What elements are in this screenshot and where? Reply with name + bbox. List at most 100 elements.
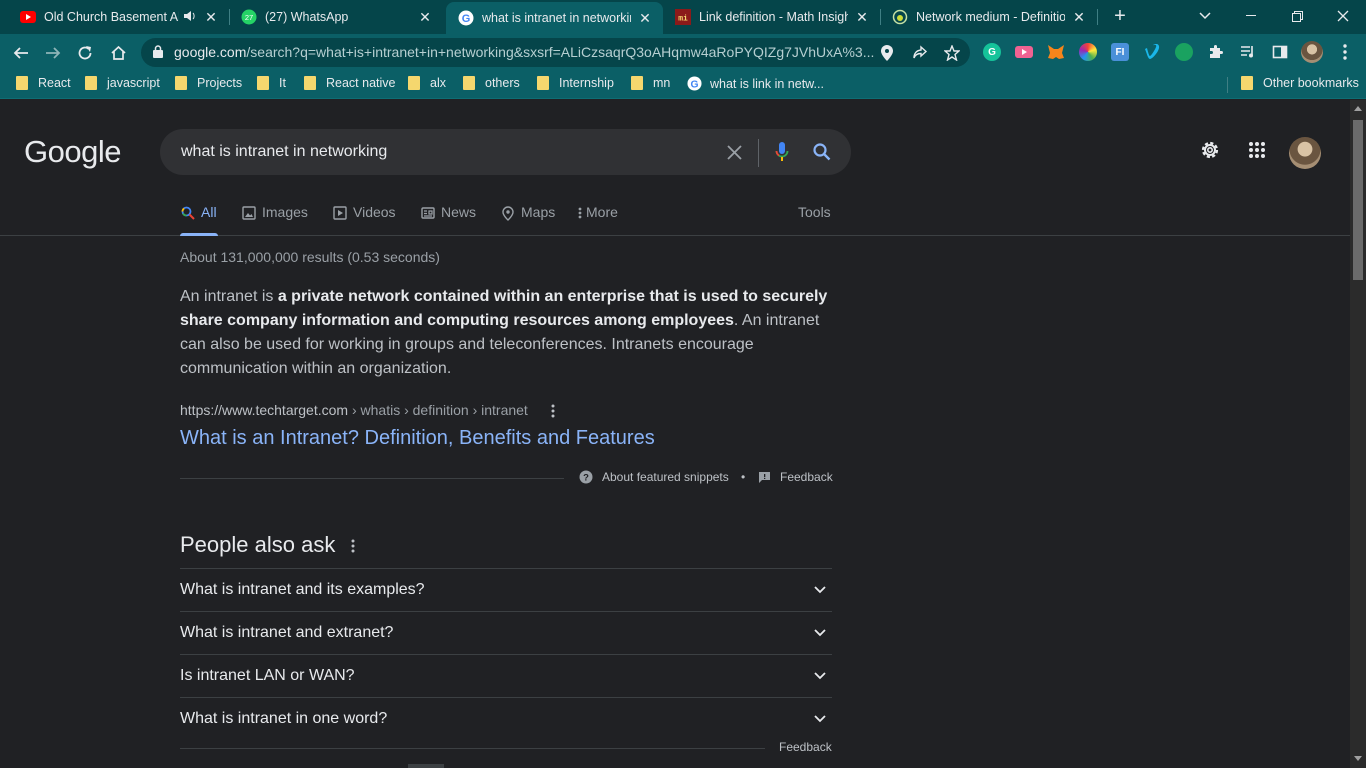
paa-feedback-link[interactable]: Feedback bbox=[779, 740, 832, 754]
search-icon bbox=[180, 205, 196, 221]
chevron-down-icon bbox=[810, 580, 830, 600]
question-text: What is intranet and extranet? bbox=[180, 624, 394, 641]
browser-tab-google-search[interactable]: G what is intranet in networking ✕ bbox=[446, 2, 663, 34]
restore-button[interactable] bbox=[1274, 0, 1320, 32]
close-tab-icon[interactable]: ✕ bbox=[417, 9, 433, 26]
bookmark-folder-mn[interactable]: mn bbox=[631, 76, 670, 90]
settings-gear-icon[interactable] bbox=[1198, 138, 1222, 162]
question-text: What is intranet and its examples? bbox=[180, 581, 425, 598]
browser-tab-network-medium[interactable]: Network medium - Definitior ✕ bbox=[880, 0, 1097, 34]
bookmark-folder-it[interactable]: It bbox=[257, 76, 286, 90]
tab-images[interactable]: Images bbox=[241, 204, 308, 236]
people-also-ask-list: What is intranet and its examples? What … bbox=[180, 568, 832, 740]
url-text[interactable]: google.com/search?q=what+is+intranet+in+… bbox=[174, 44, 874, 60]
chevron-down-icon bbox=[810, 666, 830, 686]
tab-maps[interactable]: Maps bbox=[500, 204, 555, 236]
tools-button[interactable]: Tools bbox=[798, 204, 831, 236]
question-text: What is intranet in one word? bbox=[180, 710, 388, 727]
scroll-down-arrow[interactable] bbox=[1354, 756, 1362, 761]
folder-icon bbox=[85, 76, 97, 90]
location-icon[interactable] bbox=[878, 44, 896, 62]
about-featured-snippets-link[interactable]: ? About featured snippets bbox=[579, 470, 729, 484]
extensions-puzzle-icon[interactable] bbox=[1207, 43, 1225, 61]
paa-question[interactable]: What is intranet and extranet? bbox=[180, 611, 832, 654]
svg-text:G: G bbox=[462, 13, 471, 25]
bookmark-folder-alx[interactable]: alx bbox=[408, 76, 446, 90]
browser-tab-whatsapp[interactable]: 27 (27) WhatsApp ✕ bbox=[229, 0, 443, 34]
close-tab-icon[interactable]: ✕ bbox=[203, 9, 219, 26]
side-panel-icon[interactable] bbox=[1271, 43, 1289, 61]
cite-host: https://www.techtarget.com bbox=[180, 402, 349, 418]
result-title-link[interactable]: What is an Intranet? Definition, Benefit… bbox=[180, 427, 655, 450]
minimize-button[interactable] bbox=[1228, 0, 1274, 32]
close-tab-icon[interactable]: ✕ bbox=[854, 9, 870, 26]
fi-extension-icon[interactable]: FI bbox=[1111, 43, 1129, 61]
bookmarks-bar: React javascript Projects It React nativ… bbox=[0, 71, 1366, 99]
search-input[interactable]: what is intranet in networking bbox=[181, 143, 387, 161]
new-tab-button[interactable]: + bbox=[1109, 5, 1131, 27]
grammarly-extension-icon[interactable]: G bbox=[983, 43, 1001, 61]
search-tabs: All Images Videos News Maps More Tools bbox=[0, 200, 1350, 236]
paa-question[interactable]: What is intranet and its examples? bbox=[180, 568, 832, 611]
other-bookmarks-folder[interactable]: Other bookmarks bbox=[1241, 76, 1359, 90]
profile-avatar-icon[interactable] bbox=[1301, 41, 1323, 63]
media-control-icon[interactable] bbox=[1239, 43, 1257, 61]
forward-button[interactable] bbox=[40, 40, 66, 66]
audio-playing-icon[interactable] bbox=[183, 10, 197, 25]
video-extension-icon[interactable] bbox=[1015, 43, 1033, 61]
paa-question[interactable]: Is intranet LAN or WAN? bbox=[180, 654, 832, 697]
close-window-button[interactable] bbox=[1320, 0, 1366, 32]
people-also-ask-options-icon[interactable] bbox=[345, 537, 361, 555]
clear-search-icon[interactable] bbox=[723, 141, 745, 163]
folder-icon bbox=[631, 76, 643, 90]
bookmark-folder-react[interactable]: React bbox=[16, 76, 71, 90]
close-tab-icon[interactable]: ✕ bbox=[1071, 9, 1087, 26]
globe-icon bbox=[892, 9, 908, 25]
svg-text:27: 27 bbox=[245, 13, 253, 22]
tab-news[interactable]: News bbox=[420, 204, 476, 236]
address-bar[interactable]: google.com/search?q=what+is+intranet+in+… bbox=[141, 38, 970, 67]
lock-icon[interactable] bbox=[153, 45, 163, 63]
bookmark-folder-others[interactable]: others bbox=[463, 76, 520, 90]
scroll-up-arrow[interactable] bbox=[1354, 106, 1362, 111]
home-button[interactable] bbox=[105, 40, 131, 66]
google-logo[interactable]: Google bbox=[24, 134, 121, 170]
tab-all[interactable]: All bbox=[180, 204, 218, 236]
bookmark-folder-react-native[interactable]: React native bbox=[304, 76, 395, 90]
vimeo-extension-icon[interactable] bbox=[1143, 43, 1161, 61]
tab-videos[interactable]: Videos bbox=[332, 204, 396, 236]
bookmark-google-link[interactable]: G what is link in netw... bbox=[687, 76, 824, 91]
page-scrollbar[interactable] bbox=[1350, 100, 1366, 768]
folder-icon bbox=[304, 76, 316, 90]
share-icon[interactable] bbox=[911, 44, 929, 62]
search-submit-icon[interactable] bbox=[811, 141, 833, 163]
chrome-menu-icon[interactable] bbox=[1336, 43, 1354, 61]
bookmark-folder-projects[interactable]: Projects bbox=[175, 76, 242, 90]
scroll-thumb[interactable] bbox=[1353, 120, 1363, 280]
google-apps-grid-icon[interactable] bbox=[1245, 138, 1269, 162]
image-icon bbox=[241, 205, 257, 221]
reload-button[interactable] bbox=[72, 40, 98, 66]
back-button[interactable] bbox=[8, 40, 34, 66]
metamask-extension-icon[interactable] bbox=[1047, 43, 1065, 61]
featured-snippet-text: An intranet is a private network contain… bbox=[180, 285, 835, 381]
bookmark-star-icon[interactable] bbox=[943, 44, 961, 62]
tab-more[interactable]: More bbox=[577, 204, 618, 236]
tab-title: Old Church Basement Al bbox=[44, 10, 179, 24]
color-picker-extension-icon[interactable] bbox=[1079, 43, 1097, 61]
browser-tab-math-insight[interactable]: mi Link definition - Math Insight ✕ bbox=[663, 0, 880, 34]
account-avatar[interactable] bbox=[1289, 137, 1321, 169]
tab-title: what is intranet in networking bbox=[482, 11, 631, 25]
close-tab-icon[interactable]: ✕ bbox=[637, 10, 653, 27]
result-more-options-icon[interactable] bbox=[545, 402, 561, 420]
hangouts-extension-icon[interactable] bbox=[1175, 43, 1193, 61]
paa-question[interactable]: What is intranet in one word? bbox=[180, 697, 832, 740]
bookmark-folder-internship[interactable]: Internship bbox=[537, 76, 614, 90]
tab-search-button[interactable] bbox=[1182, 0, 1228, 32]
browser-tab-youtube[interactable]: Old Church Basement Al ✕ bbox=[8, 0, 229, 34]
result-cite[interactable]: https://www.techtarget.com › whatis › de… bbox=[180, 402, 528, 418]
search-box[interactable]: what is intranet in networking bbox=[160, 129, 851, 175]
bookmark-folder-javascript[interactable]: javascript bbox=[85, 76, 160, 90]
snippet-feedback-link[interactable]: Feedback bbox=[758, 470, 833, 484]
voice-search-icon[interactable] bbox=[771, 141, 793, 163]
